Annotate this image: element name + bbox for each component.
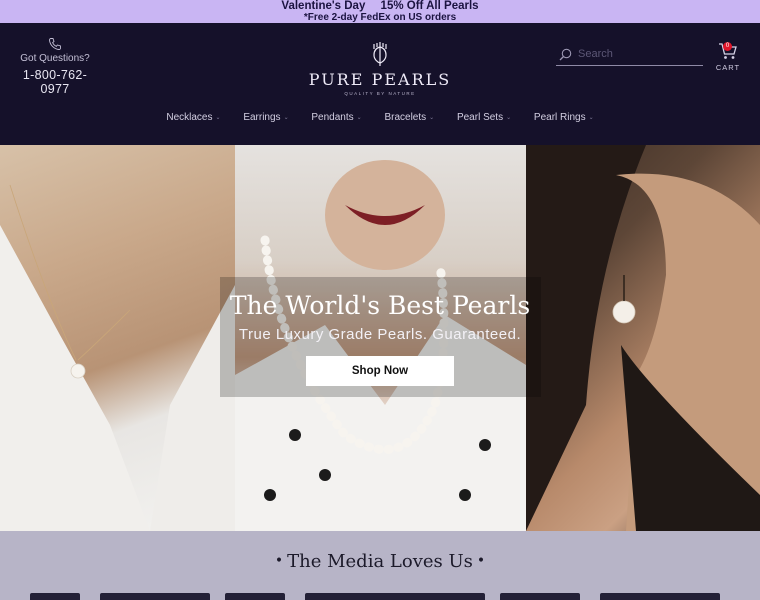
media-logo [600,593,720,600]
main-nav: Necklaces ⌄ Earrings ⌄ Pendants ⌄ Bracelets… [0,112,760,132]
chevron-down-icon: ⌄ [506,115,512,121]
media-logo [100,593,210,600]
phone-icon [49,38,61,50]
hero-image-earring [526,145,760,531]
site-header: Got Questions? 1-800-762-0977 PURE PEARL… [0,23,760,145]
hero-title: The World's Best Pearls [229,291,531,320]
nav-item-label: Pearl Sets [456,112,504,123]
chevron-down-icon: ⌄ [588,115,594,121]
bullet-dot-icon: • [476,553,486,569]
logo-text: PURE PEARLS [308,70,452,89]
chevron-down-icon: ⌄ [283,115,289,121]
promo-headline-right: 15% Off All Pearls [380,0,479,12]
media-logo [500,593,580,600]
promo-bar: Valentine's Day 15% Off All Pearls *Free… [0,0,760,23]
nav-item-pearl-rings[interactable]: Pearl Rings ⌄ [534,112,594,123]
nav-item-bracelets[interactable]: Bracelets ⌄ [384,112,434,123]
search-input[interactable] [578,46,698,62]
questions-label: Got Questions? [20,53,90,64]
media-logo [305,593,485,600]
media-logo-strip [0,593,760,600]
site-logo[interactable]: PURE PEARLS QUALITY BY NATURE [305,41,455,96]
nav-item-label: Necklaces [166,112,213,123]
logo-tagline: QUALITY BY NATURE [344,91,416,96]
search-icon[interactable] [559,48,572,61]
nav-item-necklaces[interactable]: Necklaces ⌄ [166,112,220,123]
chevron-down-icon: ⌄ [215,115,221,121]
earring-model-photo [526,145,760,531]
search-bar[interactable] [556,44,703,66]
bullet-dot-icon: • [274,553,284,569]
nav-item-label: Bracelets [384,112,427,123]
promo-shipping: *Free 2-day FedEx on US orders [303,12,457,23]
phone-number[interactable]: 1-800-762-0977 [10,68,100,96]
contact-block[interactable]: Got Questions? 1-800-762-0977 [10,37,100,96]
cart-label: CART [715,63,741,72]
media-title-text: The Media Loves Us [287,551,473,572]
nav-item-pendants[interactable]: Pendants ⌄ [311,112,361,123]
promo-headline-left: Valentine's Day [281,0,366,12]
nav-item-label: Earrings [243,112,281,123]
chevron-down-icon: ⌄ [429,115,435,121]
media-section: • The Media Loves Us • [0,531,760,600]
chevron-down-icon: ⌄ [356,115,362,121]
media-logo [30,593,80,600]
nav-item-pearl-sets[interactable]: Pearl Sets ⌄ [457,112,511,123]
media-title: • The Media Loves Us • [0,551,760,572]
logo-mark-icon [373,42,387,66]
nav-item-label: Pearl Rings [533,112,586,123]
shop-now-button[interactable]: Shop Now [306,356,454,386]
hero-banner[interactable]: The World's Best Pearls True Luxury Grad… [0,145,760,531]
media-logo [225,593,285,600]
cart-count-badge: 0 [723,42,732,51]
nav-item-label: Pendants [311,112,354,123]
promo-headline: Valentine's Day 15% Off All Pearls [0,0,760,12]
hero-subtitle: True Luxury Grade Pearls. Guaranteed. [238,326,522,343]
nav-item-earrings[interactable]: Earrings ⌄ [243,112,288,123]
